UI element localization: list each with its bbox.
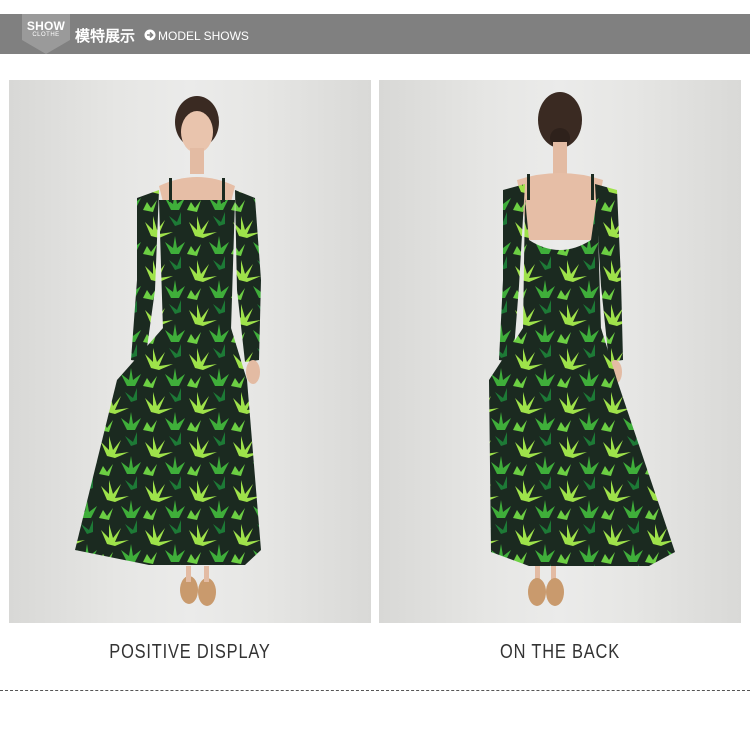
- caption-on-the-back: ON THE BACK: [500, 641, 620, 663]
- model-back-illustration: [489, 92, 675, 606]
- badge-title: SHOW: [26, 19, 66, 33]
- caption-positive-display: POSITIVE DISPLAY: [109, 641, 271, 663]
- badge-subtitle: CLOTHE: [32, 32, 60, 38]
- section-title-en: MODEL SHOWS: [158, 29, 249, 43]
- right-arrow-circle-icon: [144, 29, 156, 41]
- section-title-cn: 模特展示: [75, 27, 136, 45]
- model-photo-front: [9, 80, 371, 623]
- dashed-divider: [0, 690, 750, 691]
- model-front-illustration: [75, 96, 261, 606]
- model-photo-back: [379, 80, 741, 623]
